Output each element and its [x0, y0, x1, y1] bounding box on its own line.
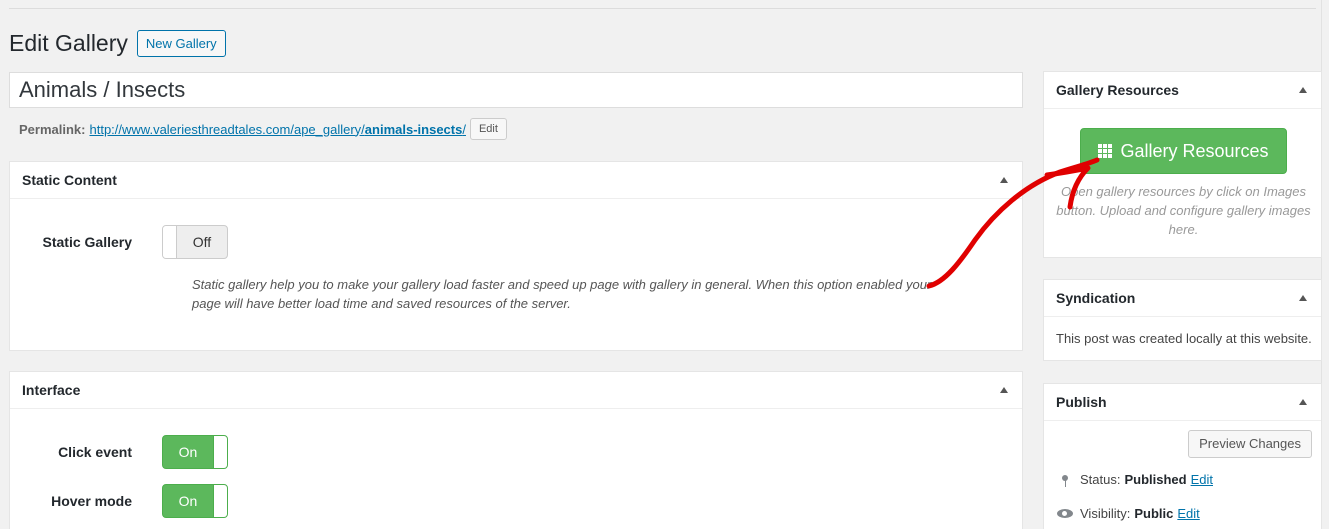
status-value: Published [1124, 472, 1187, 487]
grid-icon [1098, 144, 1113, 158]
gallery-resources-description: Open gallery resources by click on Image… [1056, 184, 1311, 237]
eye-icon [1056, 509, 1074, 518]
status-edit-link[interactable]: Edit [1191, 472, 1213, 487]
static-content-header[interactable]: Static Content [10, 162, 1022, 199]
status-row: Status: Published Edit [1056, 472, 1213, 487]
preview-changes-button[interactable]: Preview Changes [1188, 430, 1312, 458]
gallery-resources-heading: Gallery Resources [1056, 82, 1179, 98]
static-gallery-description: Static gallery help you to make your gal… [192, 277, 932, 311]
toggle-arrow-icon[interactable] [1000, 387, 1008, 393]
syndication-box: Syndication This post was created locall… [1043, 279, 1322, 361]
visibility-value: Public [1134, 506, 1174, 521]
title-input[interactable]: Animals / Insects [9, 72, 1023, 108]
publish-heading: Publish [1056, 394, 1107, 410]
status-label: Status: [1080, 472, 1121, 487]
permalink-tail: / [462, 121, 466, 137]
visibility-edit-link[interactable]: Edit [1177, 506, 1199, 521]
click-event-label: Click event [58, 444, 132, 460]
hover-mode-switch[interactable]: On [162, 484, 228, 518]
hover-mode-label: Hover mode [51, 493, 132, 509]
permalink: Permalink: http://www.valeriesthreadtale… [19, 118, 507, 140]
permalink-label: Permalink: [19, 121, 86, 137]
syndication-header[interactable]: Syndication [1044, 280, 1321, 317]
top-divider [9, 8, 1316, 9]
permalink-slug: animals-insects [364, 121, 463, 137]
gallery-resources-header[interactable]: Gallery Resources [1044, 72, 1321, 109]
interface-heading: Interface [22, 382, 81, 398]
toggle-arrow-icon[interactable] [1299, 295, 1307, 301]
static-gallery-switch[interactable]: Off [162, 225, 228, 259]
interface-box: Interface Click event On Hover mode On [9, 371, 1023, 529]
permalink-edit-button[interactable]: Edit [469, 118, 507, 140]
switch-knob [163, 226, 177, 258]
permalink-base: http://www.valeriesthreadtales.com/ape_g… [89, 121, 365, 137]
page-title: Edit Gallery [9, 30, 128, 56]
static-content-box: Static Content Static Gallery Off Static… [9, 161, 1023, 351]
static-gallery-row: Static Gallery Off [10, 225, 228, 259]
switch-knob [213, 436, 227, 468]
gallery-resources-button[interactable]: Gallery Resources [1080, 128, 1287, 174]
interface-header[interactable]: Interface [10, 372, 1022, 409]
new-gallery-button[interactable]: New Gallery [136, 30, 226, 57]
static-content-heading: Static Content [22, 172, 117, 188]
toggle-arrow-icon[interactable] [1000, 177, 1008, 183]
gallery-resources-box: Gallery Resources Gallery Resources Open… [1043, 71, 1322, 258]
switch-text: On [178, 493, 198, 509]
syndication-heading: Syndication [1056, 290, 1136, 306]
publish-box: Publish Preview Changes Status: Publishe… [1043, 383, 1322, 529]
permalink-link[interactable]: http://www.valeriesthreadtales.com/ape_g… [89, 122, 465, 137]
page-heading: Edit Gallery New Gallery [9, 30, 226, 57]
switch-text: On [178, 444, 198, 460]
visibility-label: Visibility: [1080, 506, 1131, 521]
pin-icon [1056, 474, 1074, 487]
toggle-arrow-icon[interactable] [1299, 87, 1307, 93]
hover-mode-row: Hover mode On [10, 484, 228, 518]
publish-header[interactable]: Publish [1044, 384, 1321, 421]
switch-text: Off [192, 234, 212, 250]
gallery-resources-button-label: Gallery Resources [1120, 140, 1269, 161]
visibility-row: Visibility: Public Edit [1056, 506, 1200, 521]
static-gallery-label: Static Gallery [42, 234, 133, 250]
syndication-text: This post was created locally at this we… [1056, 331, 1312, 346]
switch-knob [213, 485, 227, 517]
click-event-switch[interactable]: On [162, 435, 228, 469]
click-event-row: Click event On [10, 435, 228, 469]
toggle-arrow-icon[interactable] [1299, 399, 1307, 405]
